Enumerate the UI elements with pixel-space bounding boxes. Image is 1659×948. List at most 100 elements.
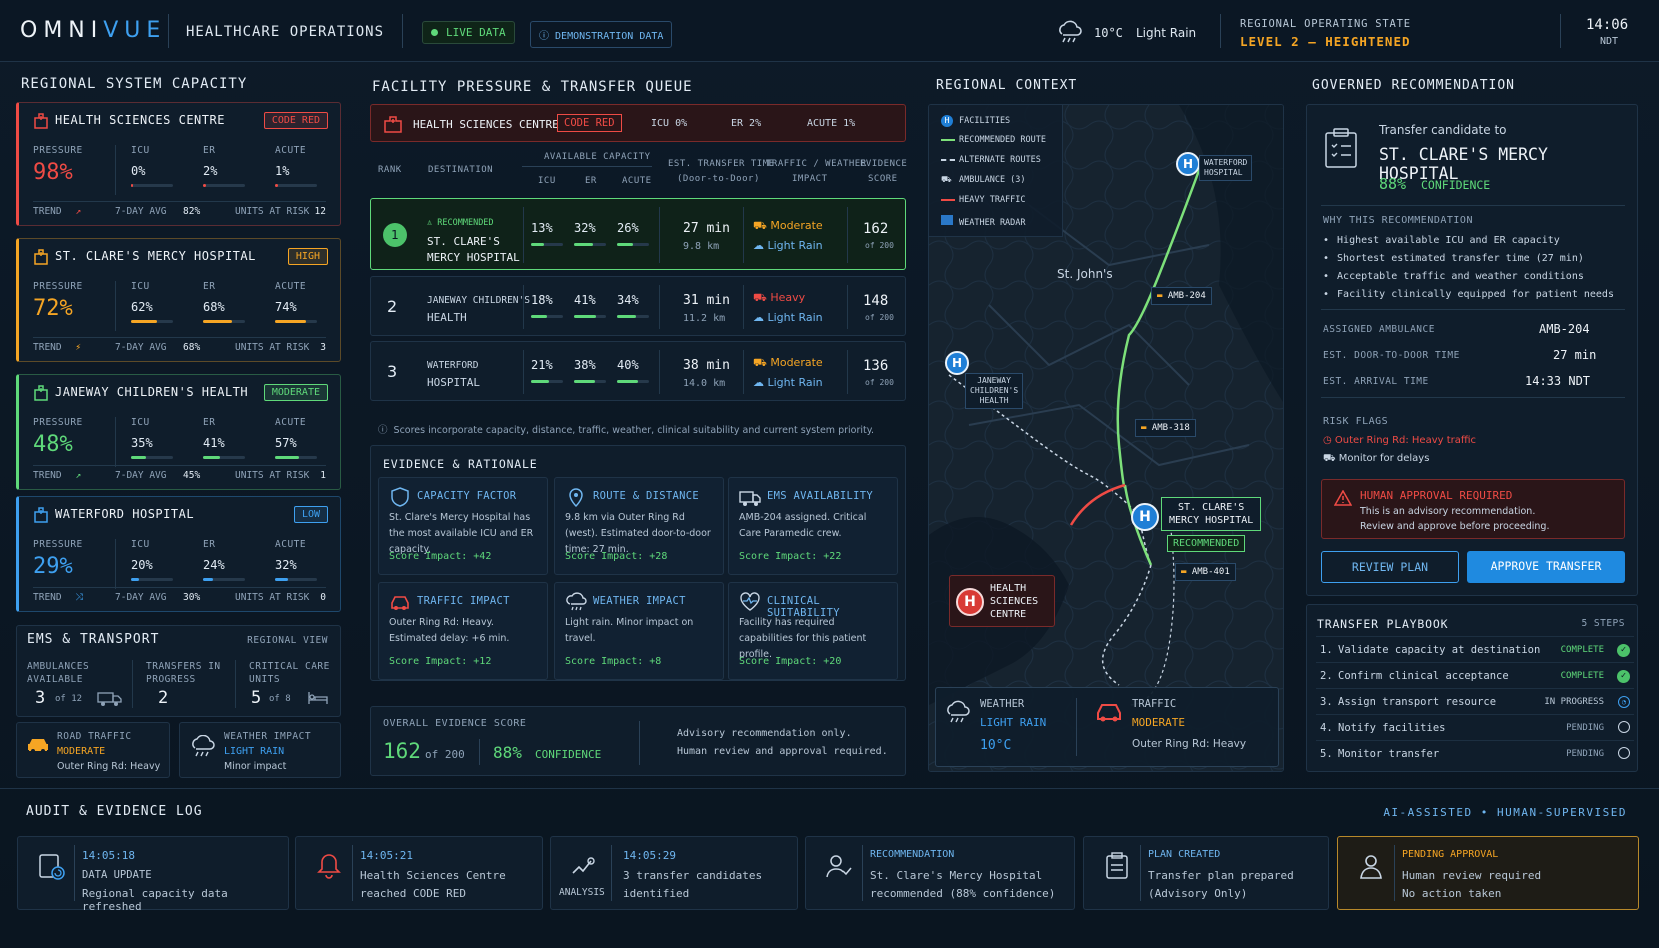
- card-footer: TREND ↗ 7-DAY AVG 82% UNITS AT RISK 12: [33, 201, 326, 217]
- pressure-label: PRESSURE: [33, 417, 83, 428]
- audit-item[interactable]: 14:05:18 DATA UPDATE Regional capacity d…: [17, 836, 289, 913]
- units-label: UNITS AT RISK: [235, 470, 310, 481]
- clock-icon: ◔: [1618, 695, 1630, 708]
- status-badge: CODE RED: [263, 112, 328, 129]
- evidence-card-score: Score Impact: +20: [739, 656, 842, 667]
- units-label: UNITS AT RISK: [235, 206, 310, 217]
- audit-tag: AI-ASSISTED • HUMAN-SUPERVISED: [1383, 806, 1627, 819]
- ambulances-of: of 12: [55, 694, 83, 704]
- st-clares-marker[interactable]: H: [1131, 503, 1159, 531]
- acute-value: 57%: [275, 436, 297, 450]
- er-label: ER: [203, 281, 216, 292]
- avg-value: 45%: [183, 470, 201, 481]
- card-footer: TREND ⚡ 7-DAY AVG 68% UNITS AT RISK 3: [33, 337, 326, 353]
- ambulance-marker-401[interactable]: ▬ AMB-401: [1175, 563, 1236, 581]
- why-label: WHY THIS RECOMMENDATION: [1323, 215, 1473, 226]
- children-icon: [34, 385, 48, 401]
- rain-cloud-icon: [947, 700, 970, 723]
- step-text: Assign transport resource: [1338, 696, 1497, 708]
- human-approval-box: HUMAN APPROVAL REQUIRED This is an advis…: [1321, 479, 1625, 539]
- audit-item-line1: Health Sciences Centre: [360, 869, 506, 882]
- section-title: HEALTHCARE OPERATIONS: [186, 24, 385, 40]
- capacity-card[interactable]: WATERFORD HOSPITAL LOW PRESSURE 29% ICU 20…: [16, 496, 341, 612]
- hospital-icon: [34, 507, 48, 523]
- waterford-marker[interactable]: H: [1176, 152, 1200, 176]
- er-value: 68%: [203, 300, 225, 314]
- audit-item[interactable]: RECOMMENDATION St. Clare's Mercy Hospita…: [805, 836, 1075, 910]
- audit-item[interactable]: PLAN CREATED Transfer plan prepared (Adv…: [1083, 836, 1329, 910]
- hsc-map-card[interactable]: H HEALTH SCIENCES CENTRE: [949, 575, 1055, 627]
- units-label: UNITS AT RISK: [235, 592, 310, 603]
- step-status: COMPLETE: [1560, 645, 1604, 655]
- avg-value: 68%: [183, 342, 201, 353]
- risk-flag-2: ⛟ Monitor for delays: [1323, 453, 1430, 464]
- approve-transfer-button[interactable]: APPROVE TRANSFER: [1467, 551, 1625, 583]
- janeway-marker[interactable]: H: [945, 351, 969, 375]
- human-approval-line2: Review and approve before proceeding.: [1360, 521, 1550, 532]
- icu-percent: 13%: [531, 221, 553, 235]
- status-badge: HIGH: [287, 248, 328, 265]
- er-percent: 38%: [574, 358, 596, 372]
- weather-impact: ☁ Light Rain: [753, 311, 823, 324]
- rain-cloud-icon: ☁: [753, 311, 768, 324]
- transfers-label: TRANSFERS IN PROGRESS: [146, 661, 221, 685]
- icu-bar: [131, 184, 173, 187]
- reason-item: • Shortest estimated transfer time (27 mi…: [1323, 253, 1584, 264]
- ambulances-value: 3: [35, 688, 46, 708]
- er-bar: [574, 243, 606, 246]
- capacity-card[interactable]: HEALTH SCIENCES CENTRE CODE RED PRESSURE…: [16, 102, 341, 226]
- ambulance-marker-318[interactable]: ▬ AMB-318: [1135, 419, 1196, 437]
- evidence-score-of: of 200: [865, 378, 894, 387]
- audit-item-line2: identified: [623, 887, 690, 900]
- recommended-route-icon: [941, 135, 959, 145]
- acute-bar: [275, 320, 317, 323]
- pending-circle-icon: [1618, 721, 1630, 736]
- audit-item[interactable]: ANALYSIS 14:05:29 3 transfer candidates i…: [550, 836, 798, 910]
- pressure-value: 72%: [33, 296, 73, 321]
- units-value: 0: [320, 592, 326, 603]
- audit-item-line2: Regional capacity data refreshed: [82, 887, 228, 913]
- playbook-step: 3. Assign transport resource IN PROGRESS…: [1316, 688, 1634, 714]
- capacity-card[interactable]: JANEWAY CHILDREN'S HEALTH MODERATE PRESS…: [16, 374, 341, 490]
- avg-label: 7-DAY AVG: [115, 592, 167, 603]
- audit-item[interactable]: 14:05:21 Health Sciences Centre reached …: [295, 836, 543, 910]
- icu-value: 0%: [131, 164, 146, 178]
- heartbeat-icon: [740, 592, 760, 611]
- acute-bar: [617, 243, 649, 246]
- car-icon: ⛟: [1323, 453, 1339, 464]
- audit-item[interactable]: PENDING APPROVAL Human review required N…: [1337, 836, 1639, 910]
- trend-flat-icon: ⚡: [75, 342, 82, 353]
- evidence-card: CLINICAL SUITABILITY Facility has requir…: [728, 582, 898, 680]
- capacity-card[interactable]: ST. CLARE'S MERCY HOSPITAL HIGH PRESSURE…: [16, 238, 341, 362]
- col-available: AVAILABLE CAPACITY: [544, 152, 651, 162]
- reason-item: • Highest available ICU and ER capacity: [1323, 235, 1560, 246]
- facility-name: JANEWAY CHILDREN'S HEALTH: [55, 385, 249, 399]
- weather-impact-sub: Minor impact: [224, 761, 287, 772]
- critical-care-value: 5: [251, 688, 262, 708]
- map-conditions-panel: WEATHER LIGHT RAIN 10°C TRAFFIC MODERATE…: [935, 687, 1279, 767]
- acute-label: ACUTE: [275, 539, 307, 550]
- avg-label: 7-DAY AVG: [115, 342, 167, 353]
- map-weather-label: WEATHER: [980, 698, 1025, 710]
- transfer-distance: 14.0 km: [683, 378, 726, 389]
- source-facility-bar: HEALTH SCIENCES CENTRE CODE RED ICU 0% E…: [370, 104, 906, 142]
- assigned-ambulance-value: AMB-204: [1539, 322, 1590, 336]
- status-badge: LOW: [293, 506, 328, 523]
- acute-bar: [617, 380, 649, 383]
- er-bar: [203, 320, 245, 323]
- review-plan-button[interactable]: REVIEW PLAN: [1321, 551, 1459, 583]
- facility-name: WATERFORD HOSPITAL: [55, 507, 195, 521]
- map-view[interactable]: H FACILITIES RECOMMENDED ROUTE ALTERNATE RO…: [928, 104, 1284, 772]
- queue-row[interactable]: 2 JANEWAY CHILDREN'S HEALTH 18% 41% 34% …: [370, 276, 906, 336]
- reason-item: • Facility clinically equipped for patien…: [1323, 289, 1614, 300]
- queue-row[interactable]: 3 WATERFORD HOSPITAL 21% 38% 40% 38 min …: [370, 341, 906, 401]
- playbook-step: 2. Confirm clinical acceptance COMPLETE …: [1316, 662, 1634, 688]
- source-er: ER 2%: [731, 118, 762, 129]
- demo-data-badge: ⓘ DEMONSTRATION DATA: [530, 21, 673, 48]
- queue-row[interactable]: 1 ♙ RECOMMENDED ST. CLARE'S MERCY HOSPIT…: [370, 198, 906, 270]
- hospital-building-icon: [384, 116, 402, 133]
- er-value: 24%: [203, 558, 225, 572]
- transfer-distance: 11.2 km: [683, 313, 726, 324]
- evidence-title: EVIDENCE & RATIONALE: [383, 457, 538, 471]
- ambulance-marker-204[interactable]: ▬ AMB-204: [1151, 287, 1212, 305]
